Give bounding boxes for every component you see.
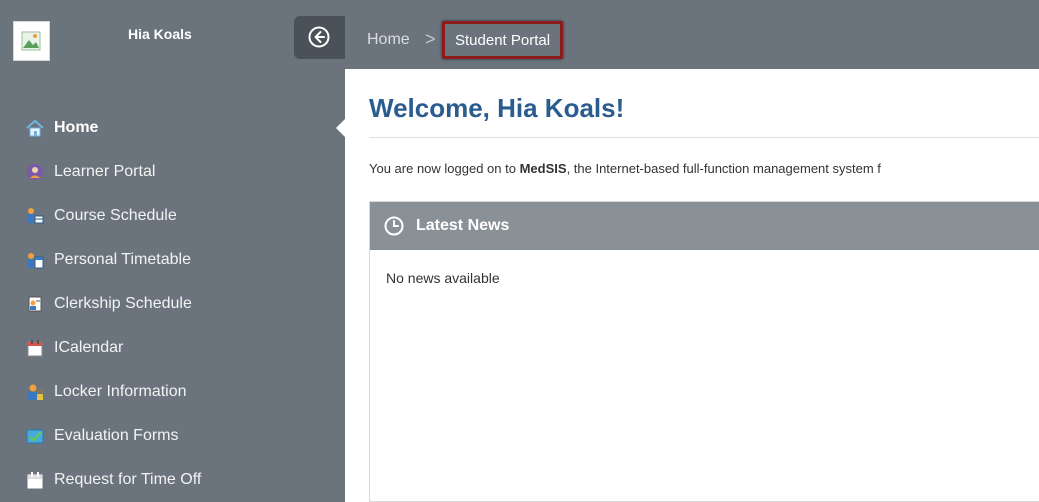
sidebar-item-label: Learner Portal: [54, 163, 156, 180]
evaluation-icon: [26, 427, 44, 445]
sidebar-item-locker-information[interactable]: Locker Information: [0, 370, 345, 414]
intro-suffix: , the Internet-based full-function manag…: [566, 161, 881, 176]
breadcrumb-home-link[interactable]: Home: [367, 31, 410, 49]
calendar-icon: [26, 339, 44, 357]
sidebar-item-label: Clerkship Schedule: [54, 295, 192, 312]
news-empty-message: No news available: [386, 270, 500, 286]
time-off-icon: [26, 471, 44, 489]
learner-icon: [26, 163, 44, 181]
sidebar-item-course-schedule[interactable]: Course Schedule: [0, 194, 345, 238]
sidebar-item-icalendar[interactable]: ICalendar: [0, 326, 345, 370]
house-icon: [26, 119, 44, 137]
clerkship-icon: [26, 295, 44, 313]
sidebar-nav: Home Learner Portal Course Schedule Pers…: [0, 106, 345, 502]
back-arrow-icon: [308, 26, 330, 48]
sidebar-item-label: Course Schedule: [54, 207, 177, 224]
news-header: Latest News: [370, 202, 1039, 250]
page-title: Welcome, Hia Koals!: [369, 93, 625, 123]
intro-brand: MedSIS: [519, 161, 567, 176]
collapse-sidebar-button[interactable]: [294, 16, 345, 59]
sidebar-item-request-time-off[interactable]: Request for Time Off: [0, 458, 345, 502]
sidebar-item-label: Locker Information: [54, 383, 187, 400]
sidebar-item-label: ICalendar: [54, 339, 124, 356]
course-schedule-icon: [26, 207, 44, 225]
main-content: Welcome, Hia Koals! You are now logged o…: [345, 69, 1039, 502]
sidebar-item-learner-portal[interactable]: Learner Portal: [0, 150, 345, 194]
user-name: Hia Koals: [128, 26, 192, 42]
intro-prefix: You are now logged on to: [369, 161, 520, 176]
avatar[interactable]: [13, 21, 50, 61]
breadcrumb-separator: >: [425, 29, 436, 49]
sidebar-item-evaluation-forms[interactable]: Evaluation Forms: [0, 414, 345, 458]
breadcrumb-current: Student Portal: [442, 21, 564, 59]
top-bar: Home > Student Portal: [345, 0, 1039, 69]
clock-icon: [384, 216, 404, 236]
sidebar-item-clerkship-schedule[interactable]: Clerkship Schedule: [0, 282, 345, 326]
active-pointer: [336, 119, 345, 137]
title-divider: [369, 137, 1039, 138]
sidebar-item-label: Evaluation Forms: [54, 427, 179, 444]
timetable-icon: [26, 251, 44, 269]
news-title: Latest News: [416, 217, 510, 234]
sidebar-item-label: Request for Time Off: [54, 471, 202, 488]
sidebar: Hia Koals Home Learner Portal Course Sch…: [0, 0, 345, 502]
sidebar-item-label: Personal Timetable: [54, 251, 191, 268]
sidebar-item-label: Home: [54, 119, 99, 136]
broken-image-icon: [21, 31, 41, 51]
latest-news-panel: Latest News No news available: [369, 201, 1039, 502]
sidebar-item-home[interactable]: Home: [0, 106, 345, 150]
locker-icon: [26, 383, 44, 401]
sidebar-item-personal-timetable[interactable]: Personal Timetable: [0, 238, 345, 282]
intro-text: You are now logged on to MedSIS, the Int…: [369, 161, 1039, 176]
